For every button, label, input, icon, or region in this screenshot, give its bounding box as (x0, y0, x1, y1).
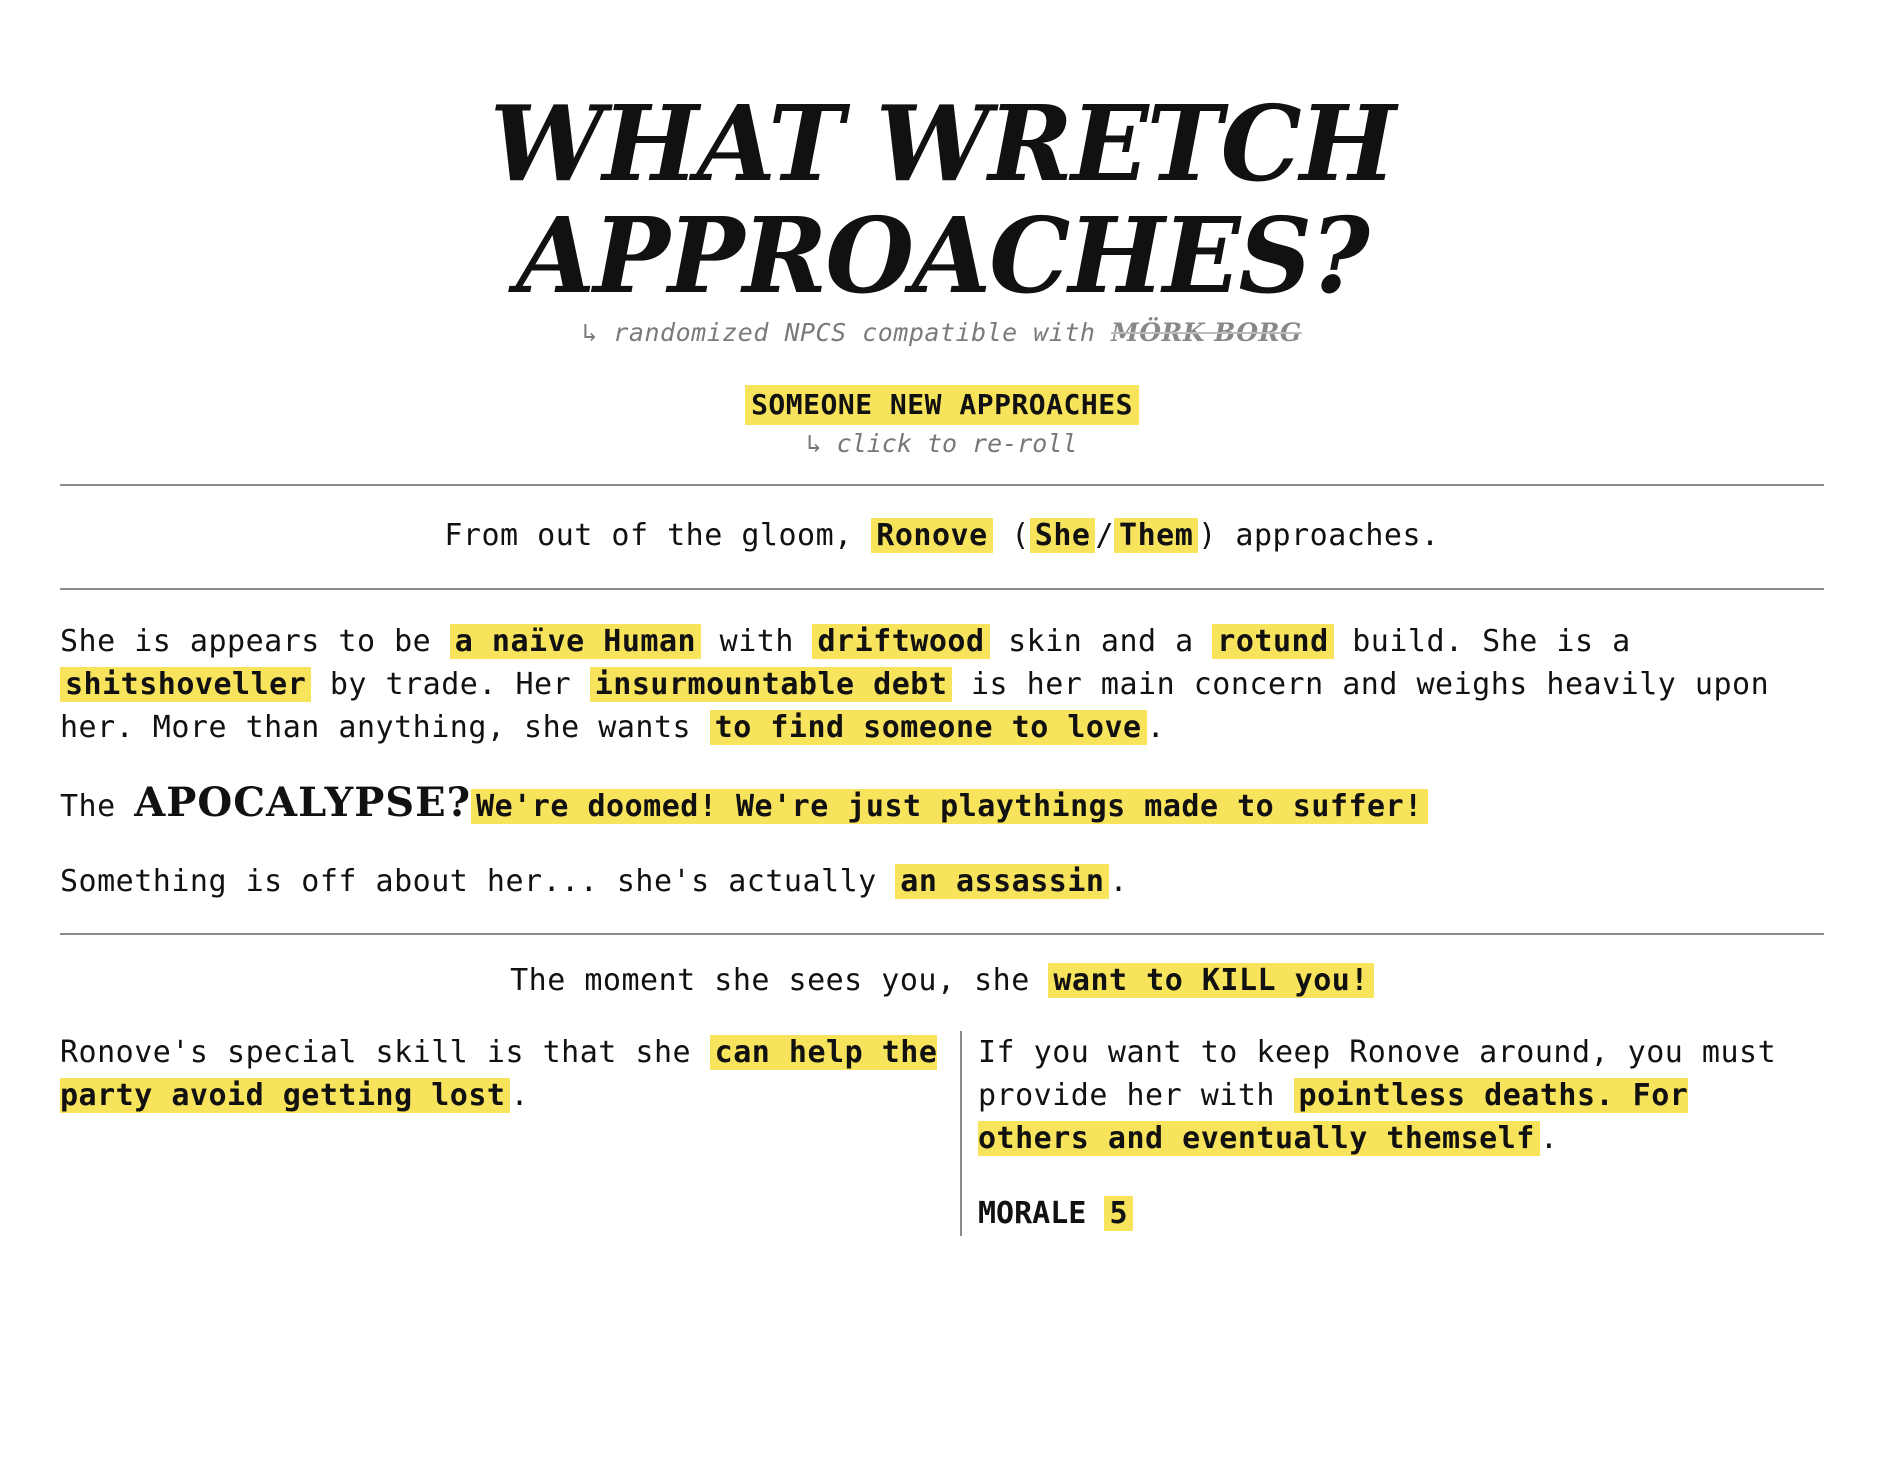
secret-text: Something is off about her... she's actu… (60, 864, 877, 899)
skill-line: Ronove's special skill is that she can h… (60, 1031, 940, 1117)
keep-end: . (1539, 1121, 1559, 1156)
skill-column: Ronove's special skill is that she can h… (60, 1031, 962, 1236)
apocalypse-word: APOCALYPSE? (134, 779, 472, 826)
npc-trait: a naïve Human (449, 624, 702, 659)
morale-value: 5 (1104, 1196, 1133, 1231)
paren-open: ( (1011, 518, 1030, 553)
reroll-section: SOMEONE NEW APPROACHES (60, 385, 1824, 425)
apocalypse-text: The (60, 789, 116, 824)
brand-logo: MÖRK BORG (1111, 318, 1302, 347)
apocalypse-line: The APOCALYPSE? We're doomed! We're just … (60, 781, 1824, 828)
reroll-button[interactable]: SOMEONE NEW APPROACHES (745, 385, 1139, 425)
skill-text: Ronove's special skill is that she (60, 1035, 692, 1070)
desc-text: skin and a (1008, 624, 1194, 659)
desc-text: by trade. Her (329, 667, 572, 702)
desc-end: . (1146, 710, 1166, 745)
npc-want: to find someone to love (709, 710, 1147, 745)
npc-concern: insurmountable debt (589, 667, 953, 702)
secret-end: . (1109, 864, 1129, 899)
pronoun-slash: / (1095, 518, 1115, 553)
reroll-hint: ↳ click to re-roll (806, 429, 1078, 458)
reaction-line: The moment she sees you, she want to KIL… (60, 935, 1824, 1003)
desc-text: with (719, 624, 794, 659)
details-columns: Ronove's special skill is that she can h… (60, 1031, 1824, 1236)
intro-line: From out of the gloom, Ronove (She / Them)… (60, 486, 1824, 588)
pronoun-she: She (1029, 518, 1096, 553)
skill-end: . (510, 1078, 530, 1113)
desc-text: build. She is a (1352, 624, 1631, 659)
page-title: WHAT WRETCH APPROACHES? (489, 82, 1396, 317)
npc-reaction: want to KILL you! (1048, 963, 1374, 998)
keep-column: If you want to keep Ronove around, you m… (962, 1031, 1818, 1236)
npc-trade: shitshoveller (60, 667, 312, 702)
secret-line: Something is off about her... she's actu… (60, 860, 1824, 903)
npc-build: rotund (1212, 624, 1334, 659)
npc-description: She is appears to be a naïve Human with … (60, 590, 1824, 749)
page-subtitle: ↳ randomized NPCS compatible with MÖRK B… (60, 318, 1824, 347)
subtitle-text: ↳ randomized NPCS compatible with (582, 318, 1096, 347)
intro-close: ) approaches. (1198, 518, 1440, 553)
keep-line: If you want to keep Ronove around, you m… (978, 1031, 1818, 1160)
pronoun-them: Them (1114, 518, 1199, 553)
npc-secret: an assassin (895, 864, 1110, 899)
intro-text: From out of the gloom, (444, 518, 853, 553)
apocalypse-opinion: We're doomed! We're just playthings made… (471, 789, 1428, 824)
desc-text: She is appears to be (60, 624, 432, 659)
reaction-text: The moment she sees you, she (510, 963, 1030, 998)
npc-generator-page: WHAT WRETCH APPROACHES? ↳ randomized NPC… (60, 0, 1824, 1236)
morale-stat: MORALE 5 (978, 1192, 1818, 1236)
npc-skin: driftwood (812, 624, 990, 659)
morale-label: MORALE (978, 1196, 1087, 1231)
npc-name: Ronove (871, 518, 993, 553)
